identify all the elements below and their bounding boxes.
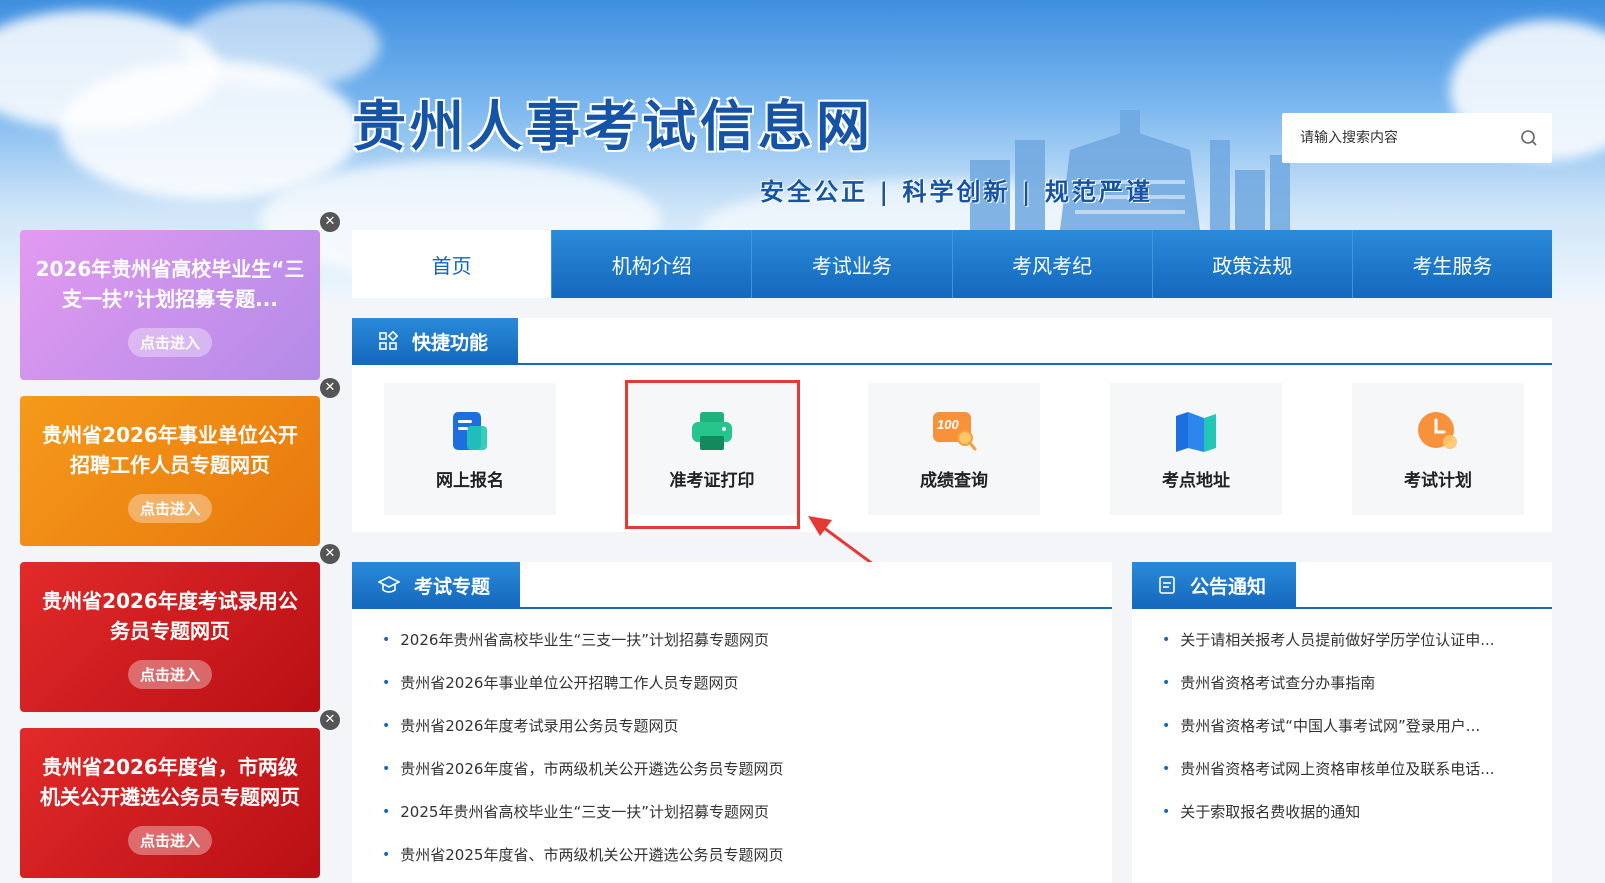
- quick-label: 考点地址: [1162, 470, 1230, 491]
- close-icon[interactable]: ✕: [320, 378, 340, 398]
- nav-item-exam-business[interactable]: 考试业务: [751, 230, 952, 298]
- list-item-text[interactable]: 2026年贵州省高校毕业生“三支一扶”计划招募专题网页: [400, 629, 769, 650]
- bullet: •: [382, 803, 391, 820]
- divider: [352, 363, 1552, 365]
- grid-icon: [379, 331, 398, 350]
- site-title: 贵州人事考试信息网: [352, 94, 874, 158]
- list-item[interactable]: • 关于请相关报考人员提前做好学历学位认证申...: [1162, 618, 1495, 661]
- list-item[interactable]: • 贵州省2026年度考试录用公务员专题网页: [382, 704, 783, 747]
- svg-text:100: 100: [937, 417, 959, 432]
- bullet: •: [382, 846, 391, 863]
- close-icon[interactable]: ✕: [320, 710, 340, 730]
- quick-exam-plan[interactable]: 考试计划: [1352, 383, 1524, 515]
- list-item-text[interactable]: 贵州省资格考试查分办事指南: [1180, 672, 1375, 693]
- list-item[interactable]: • 贵州省资格考试网上资格审核单位及联系电话...: [1162, 747, 1495, 790]
- list-item-text[interactable]: 贵州省2026年事业单位公开招聘工作人员专题网页: [400, 672, 738, 693]
- ad-enter-button[interactable]: 点击进入: [127, 825, 212, 855]
- ad-enter-button[interactable]: 点击进入: [127, 659, 212, 689]
- quick-label: 成绩查询: [920, 470, 988, 491]
- ad-title: 2026年贵州省高校毕业生“三支一扶”计划招募专题...: [35, 256, 305, 311]
- list-item[interactable]: • 贵州省2026年事业单位公开招聘工作人员专题网页: [382, 661, 783, 704]
- quick-functions-header: 快捷功能: [352, 318, 519, 364]
- score-icon: 100: [933, 411, 977, 450]
- notices-list: • 关于请相关报考人员提前做好学历学位认证申... • 贵州省资格考试查分办事指南 …: [1162, 618, 1495, 833]
- bullet: •: [382, 717, 391, 734]
- ad-enter-button[interactable]: 点击进入: [127, 493, 212, 523]
- quick-exam-site[interactable]: 考点地址: [1110, 383, 1282, 515]
- ad-banner-gongwuyuan[interactable]: 贵州省2026年度考试录用公务员专题网页 点击进入: [20, 562, 320, 712]
- list-item[interactable]: • 2025年贵州省高校毕业生“三支一扶”计划招募专题网页: [382, 790, 783, 833]
- bullet: •: [382, 674, 391, 691]
- list-item[interactable]: • 贵州省2026年度省，市两级机关公开遴选公务员专题网页: [382, 747, 783, 790]
- divider: [352, 607, 1112, 609]
- list-item-text[interactable]: 贵州省资格考试“中国人事考试网”登录用户...: [1180, 715, 1480, 736]
- main-nav: 首页 机构介绍 考试业务 考风考纪 政策法规 考生服务: [352, 230, 1553, 298]
- ad-banner-shiye[interactable]: 贵州省2026年事业单位公开招聘工作人员专题网页 点击进入: [20, 396, 320, 546]
- exam-topics-header: 考试专题: [352, 562, 521, 608]
- ad-title: 贵州省2026年事业单位公开招聘工作人员专题网页: [42, 422, 298, 477]
- list-item-text[interactable]: 贵州省2026年度省，市两级机关公开遴选公务员专题网页: [400, 758, 783, 779]
- exam-topics-list: • 2026年贵州省高校毕业生“三支一扶”计划招募专题网页 • 贵州省2026年事业…: [382, 618, 783, 876]
- search-icon[interactable]: [1520, 129, 1538, 147]
- map-icon: [1176, 411, 1216, 452]
- exam-topics-title: 考试专题: [414, 575, 491, 598]
- list-item-text[interactable]: 贵州省资格考试网上资格审核单位及联系电话...: [1180, 758, 1494, 779]
- close-icon[interactable]: ✕: [320, 544, 340, 564]
- quick-online-register[interactable]: 网上报名: [384, 383, 556, 515]
- highlight-box: [625, 380, 800, 529]
- bullet: •: [1162, 803, 1171, 820]
- form-icon: [453, 411, 487, 450]
- list-item[interactable]: • 关于索取报名费收据的通知: [1162, 790, 1495, 833]
- exam-topics-panel: 考试专题 • 2026年贵州省高校毕业生“三支一扶”计划招募专题网页 • 贵州省20…: [352, 562, 1112, 883]
- clock-icon: [1418, 411, 1457, 449]
- nav-item-about[interactable]: 机构介绍: [551, 230, 752, 298]
- search-input[interactable]: [1300, 130, 1500, 146]
- quick-label: 网上报名: [436, 470, 504, 491]
- close-icon[interactable]: ✕: [320, 212, 340, 232]
- nav-item-service[interactable]: 考生服务: [1351, 230, 1553, 298]
- nav-item-policy[interactable]: 政策法规: [1151, 230, 1352, 298]
- slogan: 安全公正 | 科学创新 | 规范严谨: [760, 177, 1153, 206]
- ad-banner-sanzhiyifu[interactable]: 2026年贵州省高校毕业生“三支一扶”计划招募专题... 点击进入: [20, 230, 320, 380]
- graduation-cap-icon: [378, 576, 400, 593]
- bullet: •: [1162, 717, 1171, 734]
- list-item[interactable]: • 贵州省资格考试“中国人事考试网”登录用户...: [1162, 704, 1495, 747]
- list-item-text[interactable]: 关于索取报名费收据的通知: [1180, 801, 1360, 822]
- list-item[interactable]: • 2026年贵州省高校毕业生“三支一扶”计划招募专题网页: [382, 618, 783, 661]
- list-item-text[interactable]: 2025年贵州省高校毕业生“三支一扶”计划招募专题网页: [400, 801, 769, 822]
- bullet: •: [382, 631, 391, 648]
- bullet: •: [1162, 760, 1171, 777]
- ad-banner-linxuan[interactable]: 贵州省2026年度省，市两级机关公开遴选公务员专题网页 点击进入: [20, 728, 320, 878]
- nav-item-discipline[interactable]: 考风考纪: [951, 230, 1152, 298]
- nav-item-home[interactable]: 首页: [352, 230, 552, 298]
- list-item-text[interactable]: 关于请相关报考人员提前做好学历学位认证申...: [1180, 629, 1494, 650]
- ad-enter-button[interactable]: 点击进入: [127, 327, 212, 357]
- ad-title: 贵州省2026年度省，市两级机关公开遴选公务员专题网页: [40, 754, 300, 809]
- quick-score-query[interactable]: 100 成绩查询: [868, 383, 1040, 515]
- bullet: •: [1162, 674, 1171, 691]
- list-item[interactable]: • 贵州省资格考试查分办事指南: [1162, 661, 1495, 704]
- notices-title: 公告通知: [1190, 575, 1267, 598]
- quick-functions-title: 快捷功能: [412, 331, 489, 354]
- document-icon: [1159, 576, 1175, 594]
- list-item-text[interactable]: 贵州省2026年度考试录用公务员专题网页: [400, 715, 678, 736]
- quick-label: 考试计划: [1404, 470, 1472, 491]
- ad-title: 贵州省2026年度考试录用公务员专题网页: [42, 588, 298, 643]
- divider: [1132, 607, 1552, 609]
- city-skyline-graphic: [970, 110, 1290, 230]
- notices-panel: 公告通知 • 关于请相关报考人员提前做好学历学位认证申... • 贵州省资格考试查分…: [1132, 562, 1552, 883]
- list-item-text[interactable]: 贵州省2025年度省、市两级机关公开遴选公务员专题网页: [400, 844, 783, 865]
- search-box: [1282, 113, 1552, 163]
- list-item[interactable]: • 贵州省2025年度省、市两级机关公开遴选公务员专题网页: [382, 833, 783, 876]
- bullet: •: [1162, 631, 1171, 648]
- notices-header: 公告通知: [1132, 562, 1297, 608]
- bullet: •: [382, 760, 391, 777]
